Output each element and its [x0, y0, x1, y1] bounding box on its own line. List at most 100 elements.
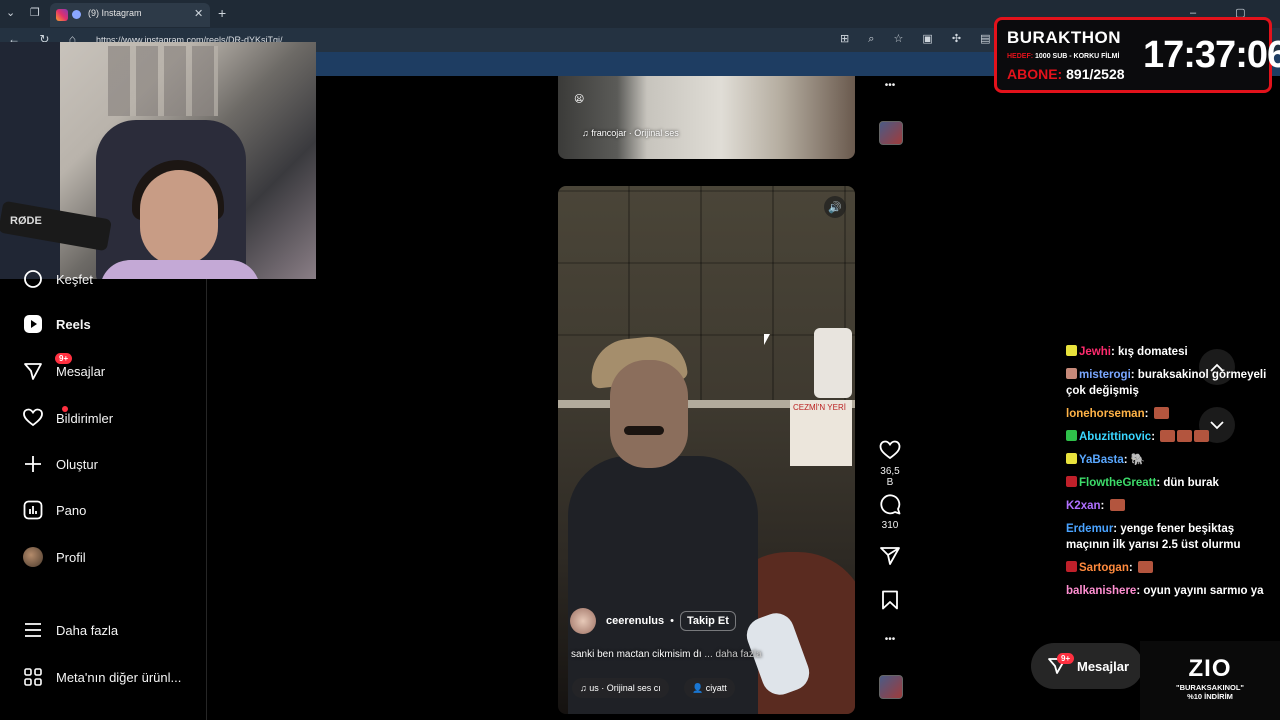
- sidebar-item-more[interactable]: Daha fazla: [22, 618, 118, 642]
- wall-sign: CEZMİ'N YERİ: [790, 400, 852, 466]
- sidebar-item-label: Daha fazla: [56, 622, 119, 638]
- sidebar-item-label: Pano: [56, 502, 87, 518]
- sidebar-item-label: Profil: [56, 549, 86, 565]
- emoji: 😦: [574, 94, 585, 105]
- sidebar-item-explore[interactable]: Keşfet: [22, 267, 93, 291]
- tab-close-icon[interactable]: ✕: [194, 7, 203, 20]
- comment-icon: [880, 494, 901, 515]
- prev-audio-thumbnail[interactable]: [879, 121, 903, 145]
- chat-message: balkanishere: oyun yayını sarmıo ya: [1066, 583, 1278, 599]
- chat-message: Sartogan:: [1066, 560, 1278, 576]
- tagged-user: ciyatt: [705, 683, 727, 693]
- menu-icon: [22, 619, 44, 641]
- chat-message: K2xan:: [1066, 498, 1278, 514]
- reel-caption[interactable]: sanki ben mactan cikmisim dı ... daha fa…: [571, 649, 762, 660]
- comment-count: 310: [881, 520, 899, 531]
- toolbar-icons[interactable]: ⊞ ⌕ ☆ ▣ ✣ ▤: [840, 32, 999, 46]
- chat-colon: :: [1100, 500, 1108, 512]
- more-options-icon[interactable]: •••: [876, 634, 904, 645]
- author-name[interactable]: ceerenulus: [606, 615, 664, 627]
- wall-frames: [108, 46, 218, 116]
- chat-username: YaBasta: [1079, 454, 1124, 466]
- sidebar-item-label: Reels: [56, 316, 91, 332]
- messages-floating-button[interactable]: 9+ Mesajlar: [1031, 643, 1143, 689]
- chat-message: FlowtheGreatt: dün burak: [1066, 475, 1278, 491]
- new-tab-button[interactable]: +: [218, 5, 226, 21]
- author-avatar[interactable]: [570, 608, 596, 634]
- subathon-subs: ABONE: 891/2528: [1007, 66, 1125, 82]
- reel-audio-pill[interactable]: ♫ us · Orijinal ses cı: [572, 678, 669, 698]
- person-icon: 👤: [692, 682, 706, 693]
- sound-on-icon[interactable]: 🔊: [824, 196, 846, 218]
- sidebar-item-messages[interactable]: 9+ Mesajlar: [22, 353, 106, 383]
- sidebar-item-profile[interactable]: Profil: [22, 545, 86, 569]
- messages-badge: 9+: [1057, 653, 1075, 664]
- music-icon: ♫: [580, 683, 590, 693]
- reel-audio-text: us · Orijinal ses cı: [589, 683, 661, 693]
- chat-emote-icon: [1177, 430, 1193, 442]
- chat-emote-icon: [1109, 499, 1125, 511]
- chat-badge-icon: [1066, 561, 1077, 572]
- person-moustache: [624, 426, 664, 435]
- reel-author: ceerenulus • Takip Et: [570, 608, 736, 634]
- messages-icon: [22, 360, 44, 382]
- webcam-overlay: RØDE: [0, 42, 316, 279]
- caption-more-link[interactable]: ... daha fazla: [704, 649, 761, 660]
- streamer-face: [140, 170, 218, 266]
- sidebar-item-label: Mesajlar: [56, 363, 106, 379]
- sponsor-discount: %10 İNDİRİM: [1187, 692, 1233, 701]
- sponsor-overlay: ZIO "BURAKSAKINOL" %10 İNDİRİM: [1140, 641, 1280, 720]
- browser-tab[interactable]: (9) Instagram ✕: [50, 3, 210, 27]
- plus-icon: [22, 453, 44, 475]
- chat-username: balkanishere: [1066, 585, 1137, 597]
- chat-username: Jewhi: [1079, 346, 1111, 358]
- tagged-user-pill[interactable]: 👤 ciyatt: [684, 678, 735, 698]
- sidebar-item-label: Keşfet: [56, 271, 93, 287]
- chat-username: Abuzittinovic: [1079, 431, 1152, 443]
- like-button[interactable]: 36,5 B: [876, 440, 904, 488]
- sponsor-code: "BURAKSAKINOL": [1176, 683, 1244, 692]
- stream-chat: Jewhi: kış domatesi misterogi: buraksakin…: [1066, 344, 1278, 606]
- sidebar-item-reels[interactable]: Reels: [22, 312, 91, 336]
- previous-reel[interactable]: 😦 ♫ francojar · Orijinal ses: [558, 76, 855, 159]
- chat-badge-icon: [1066, 476, 1077, 487]
- sidebar-item-notifications[interactable]: Bildirimler: [22, 406, 113, 430]
- chat-colon: :: [1130, 369, 1138, 381]
- notification-dot: [62, 406, 68, 412]
- prev-reel-audio[interactable]: ♫ francojar · Orijinal ses: [582, 128, 679, 138]
- comment-button[interactable]: 310: [876, 493, 904, 531]
- chat-username: lonehorseman: [1066, 408, 1145, 420]
- subathon-overlay: BURAKTHON HEDEF: 1000 SUB - KORKU FİLMİ …: [994, 17, 1280, 93]
- sponsor-logo: ZIO: [1188, 655, 1232, 682]
- profile-avatar: [22, 546, 44, 568]
- like-count: 36,5 B: [880, 466, 900, 488]
- separator-dot: •: [670, 615, 674, 627]
- person-face: [610, 360, 688, 468]
- sidebar-item-create[interactable]: Oluştur: [22, 452, 98, 476]
- workspaces-icon[interactable]: ❐: [30, 6, 40, 19]
- chat-message: lonehorseman:: [1066, 406, 1278, 422]
- sidebar-item-dashboard[interactable]: Pano: [22, 498, 86, 522]
- bottle: [814, 328, 852, 398]
- chat-text: oyun yayını sarmıo ya: [1143, 585, 1264, 597]
- follow-button[interactable]: Takip Et: [679, 611, 736, 631]
- sidebar-item-label: Meta'nın diğer ürünl...: [56, 669, 182, 685]
- tab-title: (9) Instagram: [88, 8, 142, 18]
- chat-badge-icon: [1066, 430, 1077, 441]
- subathon-goal: HEDEF: 1000 SUB - KORKU FİLMİ: [1007, 53, 1120, 60]
- messages-label: Mesajlar: [1077, 658, 1130, 674]
- sidebar-item-label: Oluştur: [56, 456, 98, 472]
- chat-message: Jewhi: kış domatesi: [1066, 344, 1278, 360]
- instagram-icon: [56, 9, 68, 21]
- prev-more-icon[interactable]: •••: [876, 80, 904, 91]
- messages-badge: 9+: [55, 353, 73, 364]
- reel-video[interactable]: CEZMİ'N YERİ 🔊 ceerenulus • Takip Et san…: [558, 186, 855, 714]
- chat-colon: :: [1128, 562, 1136, 574]
- grid-icon: [22, 666, 44, 688]
- subathon-title: BURAKTHON: [1007, 28, 1122, 47]
- audio-thumbnail[interactable]: [879, 675, 903, 699]
- save-button[interactable]: [876, 590, 904, 610]
- tab-list-icon[interactable]: ⌄: [6, 6, 15, 19]
- sidebar-item-meta-products[interactable]: Meta'nın diğer ürünl...: [22, 665, 181, 689]
- share-button[interactable]: [876, 546, 904, 566]
